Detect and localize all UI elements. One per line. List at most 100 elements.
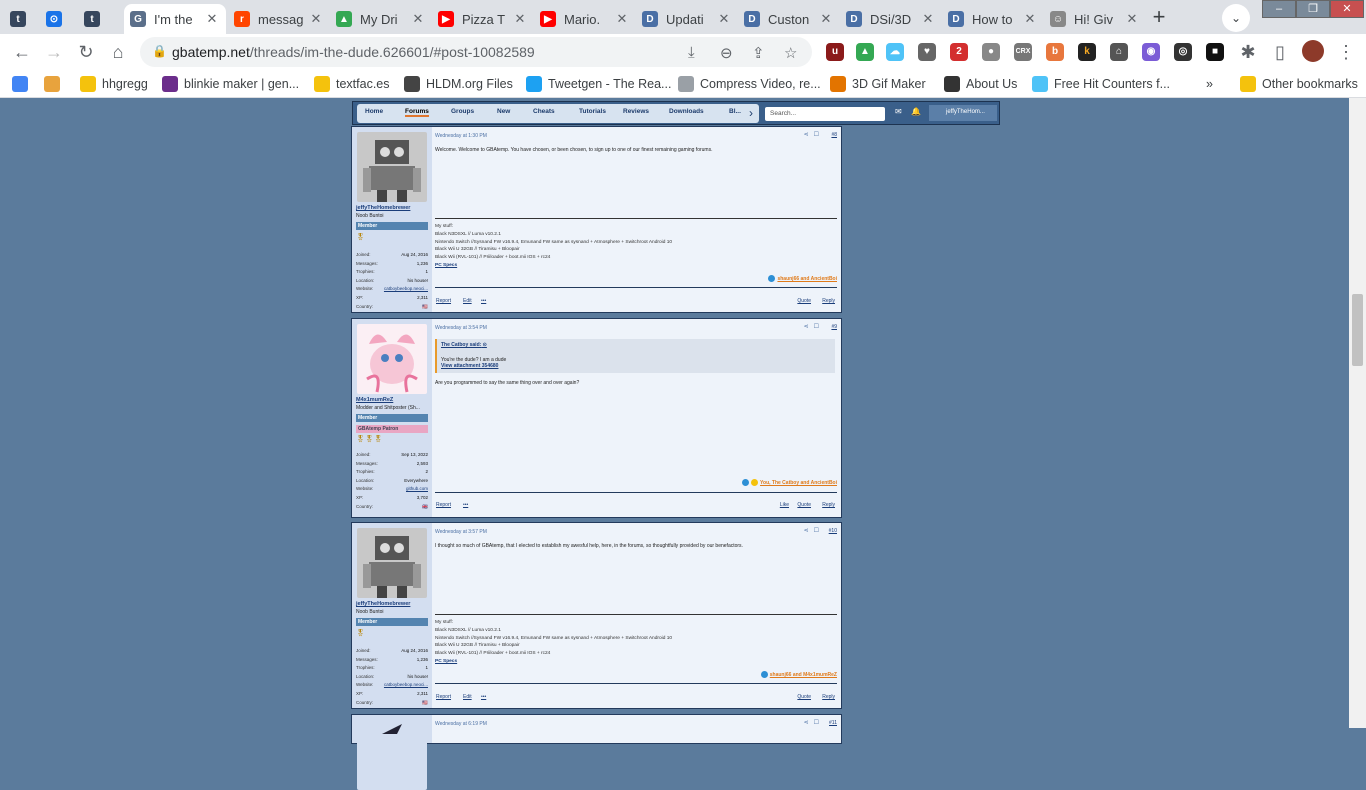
sylveon-avatar[interactable] [357, 324, 427, 394]
pc-specs-link[interactable]: PC Specs [435, 262, 672, 270]
drive-icon[interactable]: ▲ [856, 43, 874, 61]
share-bookmark-icons[interactable]: ⋖ ☐ [804, 131, 819, 138]
post-number[interactable]: #11 [829, 720, 837, 726]
forum-nav-item[interactable]: Reviews [623, 108, 649, 115]
browser-tab[interactable]: t [78, 4, 120, 34]
browser-tab[interactable]: ⊙ [40, 4, 80, 34]
forum-nav-item[interactable]: Groups [451, 108, 474, 115]
notification-icon[interactable]: ■ [1206, 43, 1224, 61]
quote-link[interactable]: Quote [797, 298, 811, 304]
browser-tab[interactable]: r messag ✕ [228, 4, 330, 34]
bookmark-item[interactable]: Compress Video, re... [678, 75, 821, 93]
quote-header[interactable]: The Catboy said: ⊙ [441, 342, 487, 348]
share-icon[interactable]: ⇪ [752, 44, 765, 62]
forum-nav-item[interactable]: New [497, 108, 510, 115]
post-number[interactable]: #9 [831, 324, 837, 330]
bookmarks-more-button[interactable]: » [1206, 75, 1213, 93]
menu-icon[interactable]: ⋮ [1332, 38, 1360, 66]
forum-nav-item[interactable]: Forums [405, 108, 429, 117]
tab-close-icon[interactable]: ✕ [410, 11, 426, 27]
forum-nav-item[interactable]: Bl... [729, 108, 741, 115]
reply-link[interactable]: Reply [822, 694, 835, 700]
sidepanel-icon[interactable]: ▯ [1266, 38, 1294, 66]
forum-user-menu[interactable]: jeffyTheHom... [929, 105, 997, 121]
mail-icon[interactable]: ✉ [895, 107, 902, 116]
username-link[interactable]: M4x1mumReZ [356, 397, 393, 403]
reply-link[interactable]: Reply [822, 502, 835, 508]
post-date[interactable]: Wednesday at 3:54 PM [435, 325, 487, 331]
stat-value[interactable]: catboybeebop.neoci... [384, 682, 428, 687]
user-avatar[interactable] [357, 720, 427, 790]
ublock-icon[interactable]: u [826, 43, 844, 61]
share-bookmark-icons[interactable]: ⋖ ☐ [804, 323, 819, 330]
stat-value[interactable]: github.com [406, 486, 428, 491]
view-attachment-link[interactable]: View attachment 354680 [441, 363, 506, 369]
reply-link[interactable]: Reply [822, 298, 835, 304]
tab-close-icon[interactable]: ✕ [204, 11, 220, 27]
bookmark-item[interactable]: textfac.es [314, 75, 390, 93]
nav-scroll-right-icon[interactable]: › [745, 99, 757, 127]
bookmark-item[interactable]: Free Hit Counters f... [1032, 75, 1170, 93]
post-date[interactable]: Wednesday at 3:57 PM [435, 529, 487, 535]
post-number[interactable]: #8 [831, 132, 837, 138]
back-icon[interactable]: ← [8, 38, 36, 66]
stat-value[interactable]: catboybeebop.neoci... [384, 286, 428, 291]
new-tab-button[interactable]: + [1146, 5, 1172, 31]
apple-icon[interactable]: ● [982, 43, 1000, 61]
other-bookmarks-folder[interactable]: Other bookmarks [1240, 75, 1358, 93]
username-link[interactable]: jeffyTheHomebrewer [356, 601, 410, 607]
more-options-link[interactable]: ••• [481, 298, 486, 304]
browser-tab[interactable]: ▶ Mario. ✕ [534, 4, 636, 34]
browser-tab[interactable]: t [4, 4, 40, 34]
edit-link[interactable]: Edit [463, 694, 472, 700]
forum-nav-item[interactable]: Cheats [533, 108, 555, 115]
quote-link[interactable]: Quote [797, 694, 811, 700]
close-window-button[interactable]: ✕ [1330, 0, 1364, 18]
bookmark-item[interactable]: blinkie maker | gen... [162, 75, 299, 93]
robot-avatar[interactable] [357, 528, 427, 598]
bookmark-star-icon[interactable]: ☆ [784, 44, 797, 62]
report-link[interactable]: Report [436, 298, 451, 304]
report-link[interactable]: Report [436, 694, 451, 700]
browser-tab[interactable]: ▲ My Dri ✕ [330, 4, 432, 34]
tab-close-icon[interactable]: ✕ [920, 11, 936, 27]
browser-tab[interactable]: D DSi/3D ✕ [840, 4, 942, 34]
cloud-icon[interactable]: ☁ [886, 43, 904, 61]
browser-tab[interactable]: G I'm the ✕ [124, 4, 226, 34]
tab-close-icon[interactable]: ✕ [614, 11, 630, 27]
tab-search-button[interactable]: ⌄ [1222, 4, 1250, 32]
bookmark-item[interactable] [44, 75, 66, 93]
share-bookmark-icons[interactable]: ⋖ ☐ [804, 527, 819, 534]
address-bar[interactable]: 🔒 gbatemp.net/threads/im-the-dude.626601… [140, 37, 812, 67]
tab-close-icon[interactable]: ✕ [308, 11, 324, 27]
extensions-puzzle-icon[interactable]: ✱ [1234, 38, 1262, 66]
forum-nav-item[interactable]: Tutorials [579, 108, 606, 115]
extension-2-icon[interactable]: 2 [950, 43, 968, 61]
bookmark-item[interactable]: About Us [944, 75, 1017, 93]
forward-icon[interactable]: → [40, 38, 68, 66]
reactions-summary[interactable]: shaunj66 and M4x1mumReZ [760, 671, 837, 678]
post-date[interactable]: Wednesday at 1:30 PM [435, 133, 487, 139]
scrollbar-thumb[interactable] [1352, 294, 1363, 366]
discord-icon[interactable]: ◉ [1142, 43, 1160, 61]
minimize-button[interactable]: – [1262, 0, 1296, 18]
quote-link[interactable]: Quote [797, 502, 811, 508]
tab-close-icon[interactable]: ✕ [716, 11, 732, 27]
home-icon[interactable]: ⌂ [104, 38, 132, 66]
restore-button[interactable]: ❐ [1296, 0, 1330, 18]
robot-avatar[interactable] [357, 132, 427, 202]
browser-tab[interactable]: D Updati ✕ [636, 4, 738, 34]
forum-search-input[interactable]: Search... [765, 107, 885, 121]
page-scrollbar[interactable] [1349, 98, 1366, 728]
post-number[interactable]: #10 [829, 528, 837, 534]
reactions-summary[interactable]: You, The Catboy and AncientBoi [742, 479, 837, 486]
extension-k-icon[interactable]: k [1078, 43, 1096, 61]
browser-tab[interactable]: ☺ Hi! Giv ✕ [1044, 4, 1146, 34]
pc-specs-link[interactable]: PC Specs [435, 658, 672, 666]
post-date[interactable]: Wednesday at 6:19 PM [435, 721, 487, 727]
profile-avatar[interactable] [1302, 40, 1324, 62]
bookmark-item[interactable]: HLDM.org Files [404, 75, 513, 93]
username-link[interactable]: jeffyTheHomebrewer [356, 205, 410, 211]
browser-tab[interactable]: D Custon ✕ [738, 4, 840, 34]
museum-icon[interactable]: ⌂ [1110, 43, 1128, 61]
